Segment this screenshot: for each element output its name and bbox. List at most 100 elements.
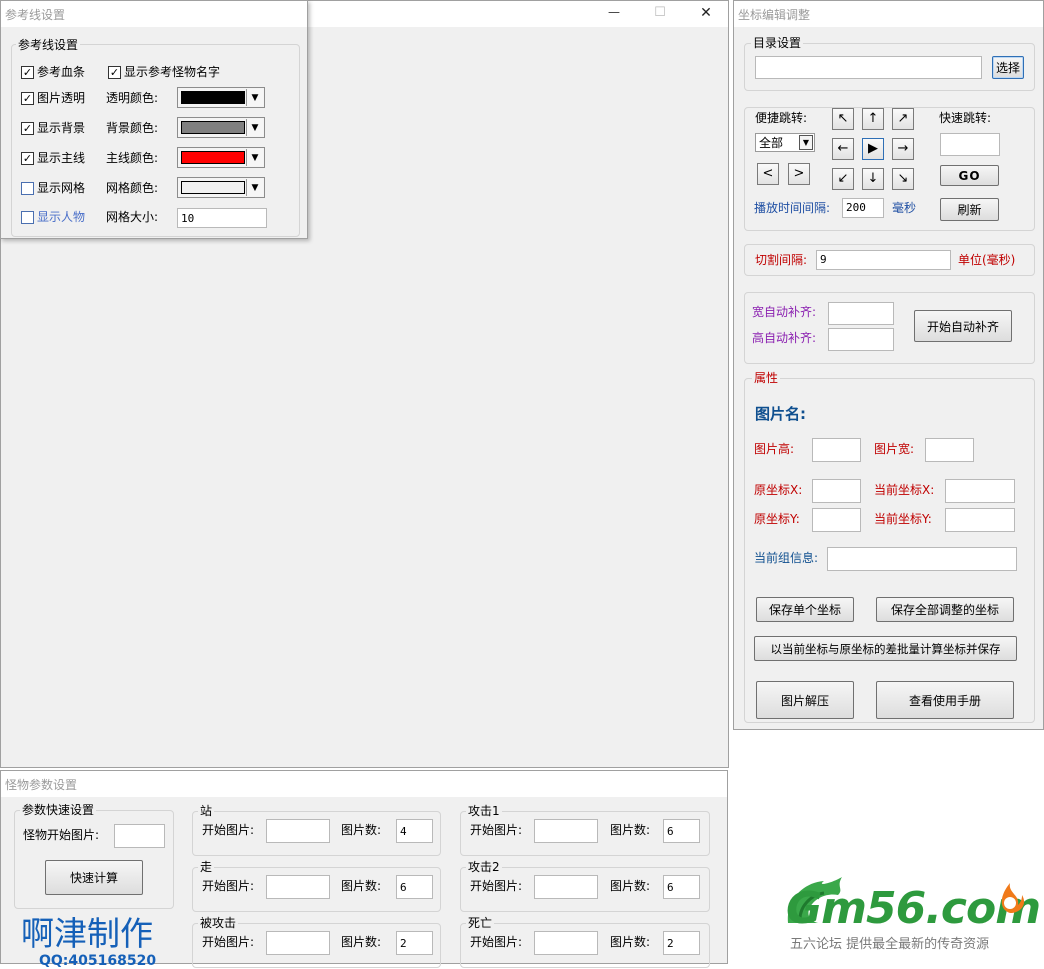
- flame-icon: [1001, 883, 1025, 913]
- auto-fill-button[interactable]: 开始自动补齐: [914, 310, 1012, 342]
- cur-y-input[interactable]: [945, 508, 1015, 532]
- down-arrow-icon[interactable]: ↓: [862, 168, 884, 190]
- transparent-label: 图片透明: [37, 91, 86, 105]
- start-image-input[interactable]: [266, 819, 330, 843]
- save-all-button[interactable]: 保存全部调整的坐标: [876, 597, 1014, 622]
- go-button[interactable]: GO: [940, 165, 999, 186]
- image-count-input[interactable]: 4: [396, 819, 433, 843]
- grid-size-input[interactable]: 10: [177, 208, 267, 228]
- fast-jump-label: 快速跳转:: [939, 111, 992, 125]
- action-name-hit: 被攻击: [198, 916, 239, 930]
- interval-input[interactable]: 200: [842, 198, 884, 218]
- mainline-color-combo[interactable]: ▼: [177, 147, 265, 168]
- prev-button[interactable]: <: [757, 163, 779, 185]
- monster-window-title: 怪物参数设置: [5, 778, 78, 792]
- start-image-input[interactable]: [266, 875, 330, 899]
- cut-interval-input[interactable]: 9: [816, 250, 951, 270]
- image-count-label: 图片数:: [610, 879, 651, 893]
- grid-color-combo[interactable]: ▼: [177, 177, 265, 198]
- orig-y-input[interactable]: [812, 508, 861, 532]
- action-name-stand: 站: [198, 804, 215, 818]
- action-name-death: 死亡: [466, 916, 495, 930]
- batch-save-button[interactable]: 以当前坐标与原坐标的差批量计算坐标并保存: [754, 636, 1017, 661]
- dir-path-input[interactable]: [755, 56, 982, 79]
- start-image-input[interactable]: [534, 931, 598, 955]
- refresh-button[interactable]: 刷新: [940, 198, 999, 221]
- image-count-input[interactable]: 2: [663, 931, 700, 955]
- image-count-input[interactable]: 2: [396, 931, 433, 955]
- transparent-checkbox[interactable]: ✓: [21, 92, 34, 105]
- blood-label: 参考血条: [37, 65, 86, 79]
- cut-unit-label: 单位(毫秒): [958, 253, 1016, 267]
- save-single-button[interactable]: 保存单个坐标: [756, 597, 854, 622]
- maximize-icon[interactable]: ☐: [652, 5, 668, 23]
- fast-jump-input[interactable]: [940, 133, 1000, 156]
- orig-x-label: 原坐标X:: [754, 483, 803, 497]
- monster-name-checkbox[interactable]: ✓: [108, 66, 121, 79]
- grid-checkbox[interactable]: [21, 182, 34, 195]
- right-arrow-icon[interactable]: →: [892, 138, 914, 160]
- cur-y-label: 当前坐标Y:: [874, 512, 932, 526]
- ref-title-bar: 参考线设置: [1, 1, 307, 27]
- start-image-input[interactable]: [534, 875, 598, 899]
- monster-name-label: 显示参考怪物名字: [124, 65, 221, 79]
- ref-window-title: 参考线设置: [5, 8, 66, 22]
- minimize-icon[interactable]: —: [606, 5, 622, 23]
- cur-x-input[interactable]: [945, 479, 1015, 503]
- mainline-color-label: 主线颜色:: [106, 151, 159, 165]
- blood-checkbox[interactable]: ✓: [21, 66, 34, 79]
- start-image-input[interactable]: [266, 931, 330, 955]
- image-count-input[interactable]: 6: [663, 875, 700, 899]
- next-button[interactable]: >: [788, 163, 810, 185]
- start-image-label: 开始图片:: [470, 879, 523, 893]
- dir-group-label: 目录设置: [751, 36, 804, 50]
- decompress-button[interactable]: 图片解压: [756, 681, 854, 719]
- up-arrow-icon[interactable]: ↑: [862, 108, 884, 130]
- monster-start-image-label: 怪物开始图片:: [23, 828, 100, 842]
- chevron-down-icon: ▼: [246, 149, 263, 166]
- logo-slogan: 五六论坛 提供最全最新的传奇资源: [790, 937, 990, 952]
- orig-y-label: 原坐标Y:: [754, 512, 800, 526]
- img-width-label: 图片宽:: [874, 442, 915, 456]
- orig-x-input[interactable]: [812, 479, 861, 503]
- img-width-input[interactable]: [925, 438, 974, 462]
- play-icon[interactable]: ▶: [862, 138, 884, 160]
- quick-calc-button[interactable]: 快速计算: [45, 860, 143, 895]
- person-checkbox[interactable]: [21, 211, 34, 224]
- img-height-label: 图片高:: [754, 442, 795, 456]
- start-image-label: 开始图片:: [202, 823, 255, 837]
- width-auto-input[interactable]: [828, 302, 894, 325]
- monster-params-window: 怪物参数设置 参数快速设置 怪物开始图片: 快速计算 啊津制作 QQ:40516…: [0, 770, 728, 969]
- image-count-input[interactable]: 6: [663, 819, 700, 843]
- img-height-input[interactable]: [812, 438, 861, 462]
- action-name-attack2: 攻击2: [466, 860, 502, 874]
- background-label: 显示背景: [37, 121, 86, 135]
- image-count-label: 图片数:: [610, 935, 651, 949]
- left-arrow-icon[interactable]: ←: [832, 138, 854, 160]
- start-image-input[interactable]: [534, 819, 598, 843]
- down-left-arrow-icon[interactable]: ↙: [832, 168, 854, 190]
- transparent-color-label: 透明颜色:: [106, 91, 159, 105]
- action-name-walk: 走: [198, 860, 215, 874]
- select-dir-button[interactable]: 选择: [992, 56, 1024, 79]
- quick-jump-label: 便捷跳转:: [755, 111, 808, 125]
- up-right-arrow-icon[interactable]: ↗: [892, 108, 914, 130]
- background-color-combo[interactable]: ▼: [177, 117, 265, 138]
- transparent-color-combo[interactable]: ▼: [177, 87, 265, 108]
- close-icon[interactable]: ✕: [698, 5, 714, 23]
- image-count-input[interactable]: 6: [396, 875, 433, 899]
- start-image-label: 开始图片:: [470, 935, 523, 949]
- background-checkbox[interactable]: ✓: [21, 122, 34, 135]
- height-auto-input[interactable]: [828, 328, 894, 351]
- image-count-label: 图片数:: [341, 823, 382, 837]
- action-name-attack1: 攻击1: [466, 804, 502, 818]
- quick-jump-select-value: 全部: [759, 136, 784, 150]
- manual-button[interactable]: 查看使用手册: [876, 681, 1014, 719]
- watermark-logo: Gm56.com 五六论坛 提供最全最新的传奇资源: [780, 873, 1041, 963]
- quick-jump-select[interactable]: 全部 ▼: [755, 133, 815, 152]
- mainline-checkbox[interactable]: ✓: [21, 152, 34, 165]
- group-info-input[interactable]: [827, 547, 1017, 571]
- monster-start-image-input[interactable]: [114, 824, 165, 848]
- down-right-arrow-icon[interactable]: ↘: [892, 168, 914, 190]
- up-left-arrow-icon[interactable]: ↖: [832, 108, 854, 130]
